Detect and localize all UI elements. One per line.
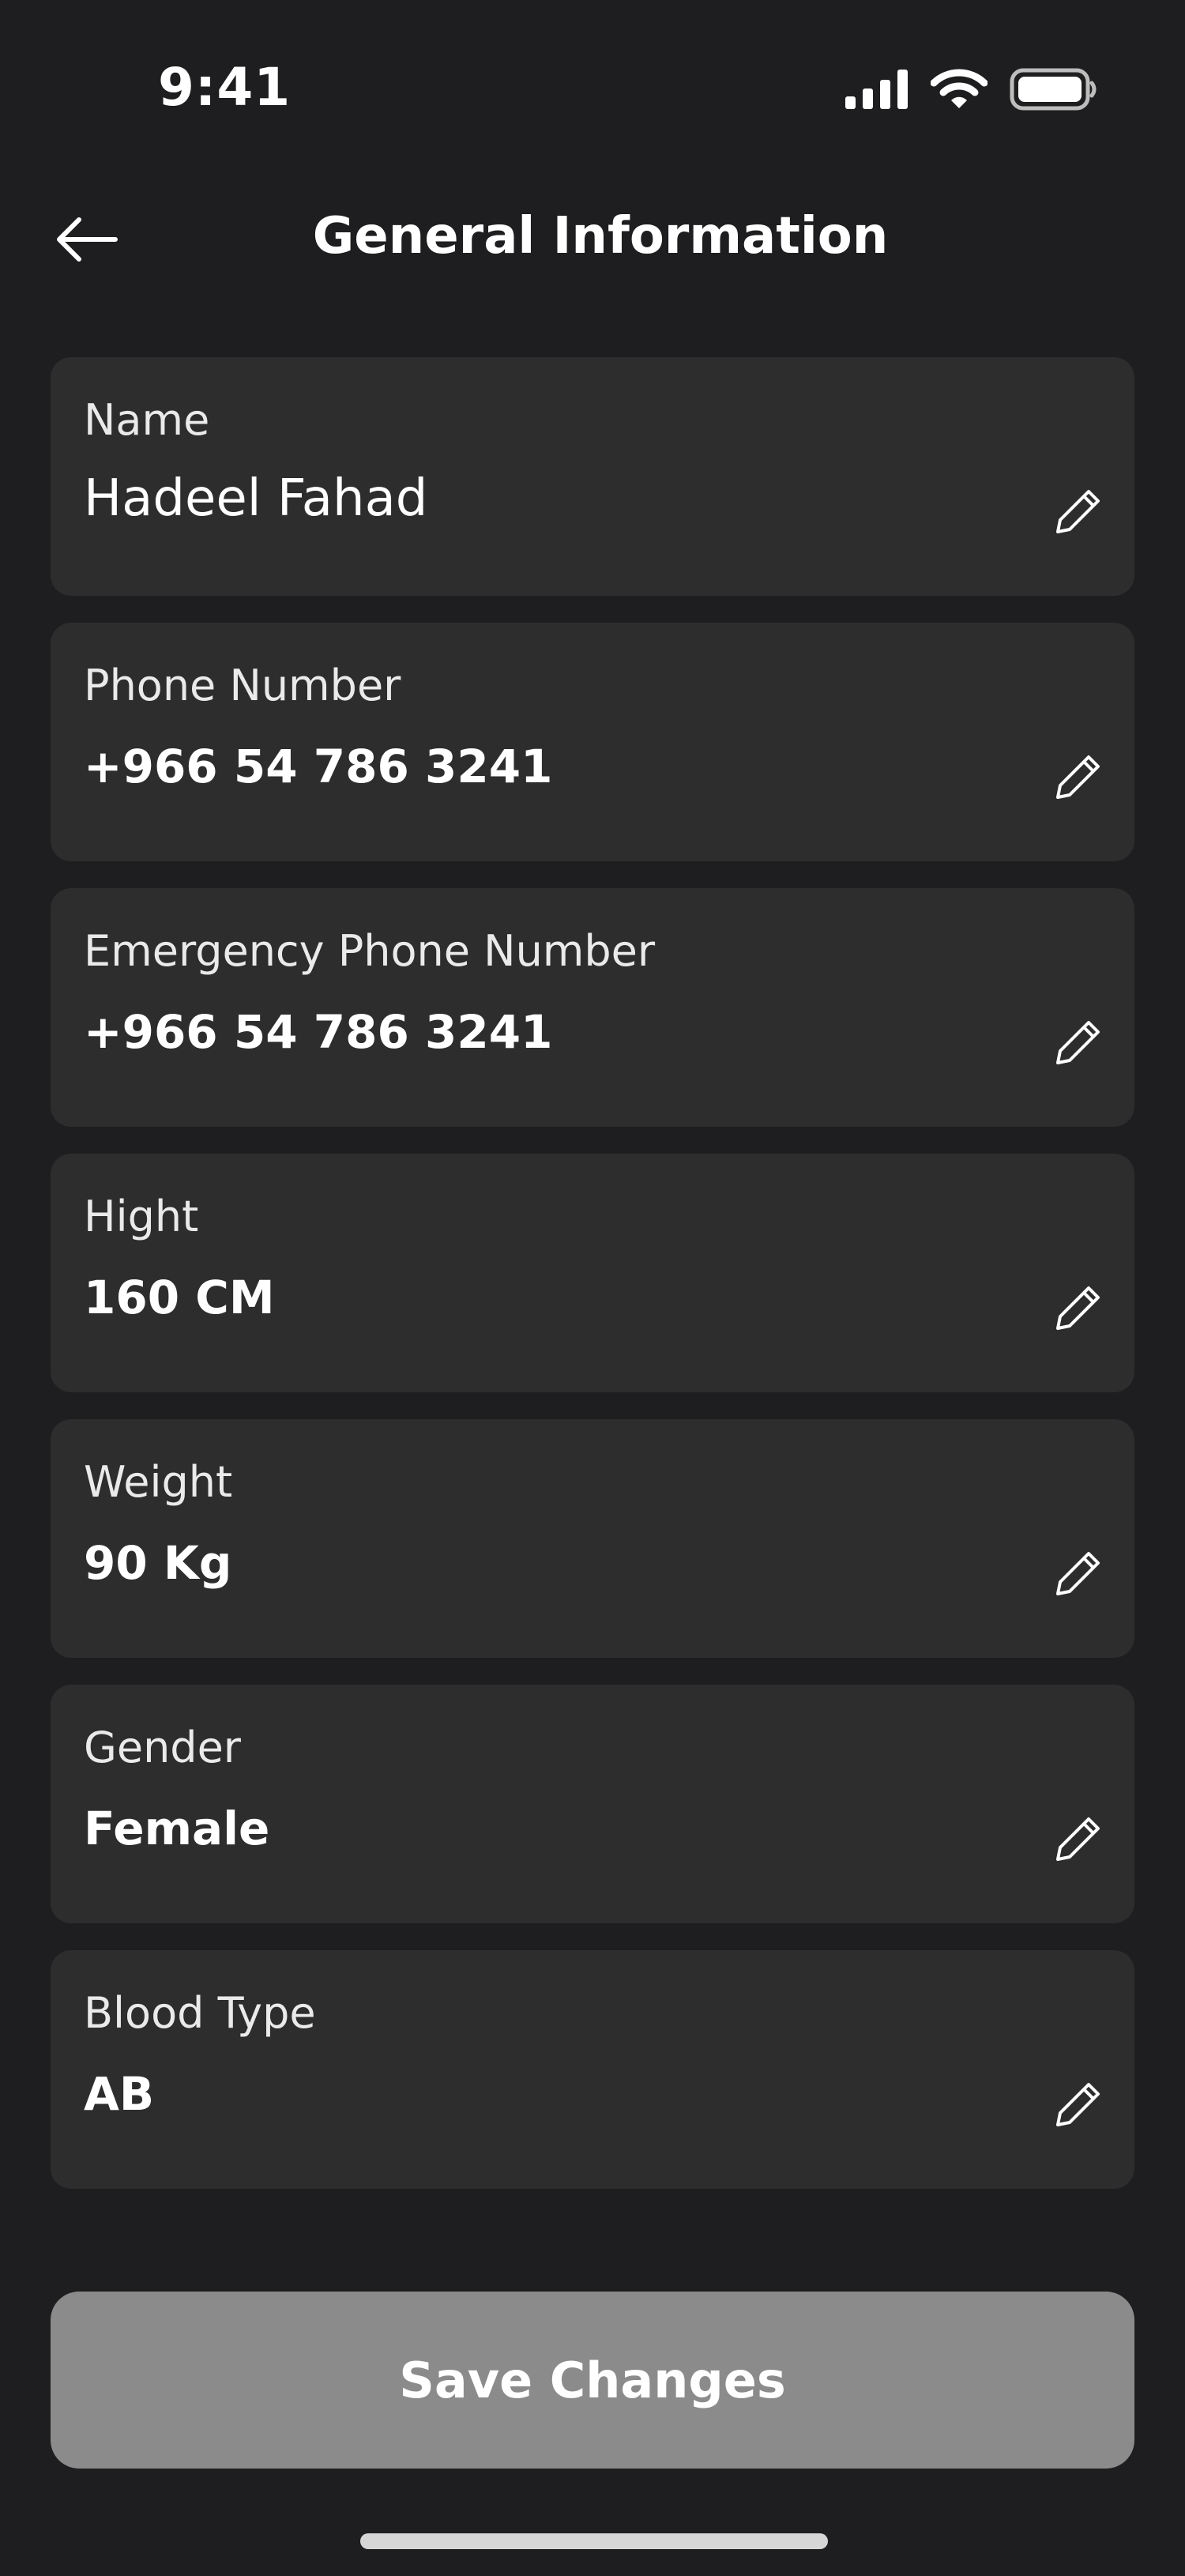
field-card-gender[interactable]: Gender Female — [51, 1685, 1134, 1923]
battery-icon — [1010, 68, 1098, 114]
phone-screen: 9:41 General Information Name Hadeel Fah… — [0, 0, 1185, 2576]
field-value: AB — [84, 2067, 155, 2121]
edit-button[interactable] — [1052, 1283, 1104, 1335]
edit-button[interactable] — [1052, 2080, 1104, 2132]
pencil-icon — [1054, 1018, 1103, 1070]
field-card-emergency-phone[interactable]: Emergency Phone Number +966 54 786 3241 — [51, 888, 1134, 1127]
field-card-name[interactable]: Name Hadeel Fahad — [51, 357, 1134, 596]
fields-list: Name Hadeel Fahad Phone Number +966 54 7… — [51, 357, 1134, 2216]
field-value: 160 CM — [84, 1271, 275, 1324]
edit-button[interactable] — [1052, 487, 1104, 539]
pencil-icon — [1054, 2080, 1103, 2132]
field-card-weight[interactable]: Weight 90 Kg — [51, 1419, 1134, 1658]
field-label: Phone Number — [84, 661, 401, 710]
field-value: Female — [84, 1802, 270, 1855]
field-value: +966 54 786 3241 — [84, 740, 553, 793]
field-label: Name — [84, 395, 210, 445]
pencil-icon — [1054, 752, 1103, 804]
edit-button[interactable] — [1052, 1549, 1104, 1601]
pencil-icon — [1054, 1549, 1103, 1601]
status-time: 9:41 — [158, 57, 292, 118]
field-card-height[interactable]: Hight 160 CM — [51, 1154, 1134, 1392]
edit-button[interactable] — [1052, 1018, 1104, 1070]
edit-button[interactable] — [1052, 1814, 1104, 1866]
field-value: +966 54 786 3241 — [84, 1005, 553, 1059]
save-changes-button[interactable]: Save Changes — [51, 2292, 1134, 2469]
field-value: Hadeel Fahad — [84, 469, 428, 528]
edit-button[interactable] — [1052, 752, 1104, 804]
field-label: Blood Type — [84, 1988, 316, 2038]
field-label: Hight — [84, 1192, 199, 1241]
status-icons — [845, 68, 1098, 114]
page-title: General Information — [312, 207, 889, 266]
pencil-icon — [1054, 487, 1103, 539]
field-card-phone-number[interactable]: Phone Number +966 54 786 3241 — [51, 623, 1134, 861]
wifi-icon — [930, 69, 988, 113]
field-value: 90 Kg — [84, 1536, 232, 1590]
pencil-icon — [1054, 1283, 1103, 1335]
cellular-signal-icon — [845, 70, 908, 112]
field-label: Emergency Phone Number — [84, 926, 656, 976]
pencil-icon — [1054, 1814, 1103, 1866]
home-indicator[interactable] — [360, 2533, 828, 2549]
field-label: Gender — [84, 1723, 241, 1772]
field-label: Weight — [84, 1457, 233, 1507]
field-card-blood-type[interactable]: Blood Type AB — [51, 1950, 1134, 2189]
